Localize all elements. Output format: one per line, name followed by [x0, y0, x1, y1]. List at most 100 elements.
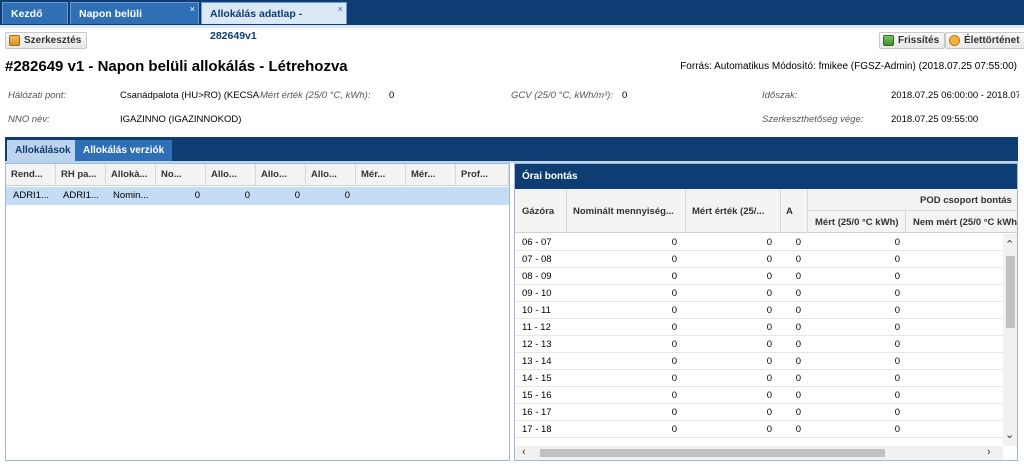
- a-cell: 0: [795, 390, 801, 401]
- a-cell: 0: [795, 373, 801, 384]
- horizontal-scroll-thumb[interactable]: [540, 449, 885, 457]
- nominated-cell: 0: [671, 390, 677, 401]
- hour-cell: 07 - 08: [522, 254, 552, 265]
- hour-cell: 14 - 15: [522, 373, 552, 384]
- column-header[interactable]: Rend...: [6, 164, 56, 186]
- vertical-scrollbar[interactable]: ⌃ ⌄: [1003, 234, 1017, 446]
- vertical-scroll-thumb[interactable]: [1006, 256, 1015, 328]
- table-row[interactable]: 08 - 09 0 0 0 0: [515, 268, 1003, 285]
- column-header[interactable]: RH pa...: [56, 164, 106, 186]
- column-header-pod-measured[interactable]: Mért (25/0 °C kWh): [815, 217, 899, 228]
- column-header-nominated[interactable]: Nominált mennyiség...: [573, 206, 688, 217]
- refresh-button[interactable]: Frissítés: [879, 32, 946, 49]
- pencil-icon: [9, 35, 20, 46]
- column-header-a[interactable]: A: [786, 206, 793, 217]
- column-header[interactable]: No...: [156, 164, 206, 186]
- hour-cell: 09 - 10: [522, 288, 552, 299]
- table-cell: Nomin...: [113, 190, 149, 201]
- close-icon[interactable]: ×: [338, 0, 343, 20]
- hour-cell: 10 - 11: [522, 305, 551, 316]
- table-row[interactable]: 09 - 10 0 0 0 0: [515, 285, 1003, 302]
- table-row[interactable]: 07 - 08 0 0 0 0: [515, 251, 1003, 268]
- measured-cell: 0: [766, 407, 772, 418]
- hour-cell: 15 - 16: [522, 390, 552, 401]
- table-row[interactable]: 16 - 17 0 0 0 0: [515, 404, 1003, 421]
- measured-cell: 0: [766, 373, 772, 384]
- refresh-button-label: Frissítés: [898, 35, 940, 46]
- measured-cell: 0: [766, 288, 772, 299]
- measured-cell: 0: [766, 424, 772, 435]
- a-cell: 0: [795, 271, 801, 282]
- pod-measured-cell: 0: [894, 322, 900, 333]
- hour-cell: 17 - 18: [522, 424, 552, 435]
- column-divider: [685, 189, 686, 233]
- nno-value: IGAZINNO (IGAZINNOKOD): [120, 114, 242, 125]
- table-row[interactable]: 12 - 13 0 0 0 0: [515, 336, 1003, 353]
- tab-allocation-sheet[interactable]: Allokálás adatlap - 282649v1 ×: [201, 0, 347, 42]
- nominated-cell: 0: [671, 322, 677, 333]
- column-header[interactable]: Allokà...: [106, 164, 156, 186]
- nominated-cell: 0: [671, 356, 677, 367]
- measured-cell: 0: [766, 254, 772, 265]
- pod-measured-cell: 0: [894, 424, 900, 435]
- scroll-up-icon[interactable]: ⌃: [1005, 240, 1014, 251]
- column-header[interactable]: Allo...: [256, 164, 306, 186]
- table-row[interactable]: 06 - 07 0 0 0 0: [515, 234, 1003, 251]
- nominated-cell: 0: [671, 288, 677, 299]
- table-cell: 0: [194, 190, 200, 201]
- table-row[interactable]: 11 - 12 0 0 0 0: [515, 319, 1003, 336]
- period-label: Időszak:: [762, 90, 798, 101]
- history-button[interactable]: Élettörténet: [945, 32, 1024, 49]
- measured-cell: 0: [766, 271, 772, 282]
- tab-allocations[interactable]: Allokálások: [7, 140, 79, 161]
- table-row[interactable]: ADRI1... ADRI1... Nomin... 0 0 0 0: [6, 187, 509, 205]
- hour-cell: 06 - 07: [522, 237, 552, 248]
- scroll-right-icon[interactable]: ›: [987, 447, 991, 458]
- table-row[interactable]: 15 - 16 0 0 0 0: [515, 387, 1003, 404]
- horizontal-scrollbar[interactable]: ‹ ›: [515, 446, 1003, 460]
- column-header-pod-unmeasured[interactable]: Nem mért (25/0 °C kWh): [913, 217, 1017, 228]
- measured-label: Mért érték (25/0 °C, kWh):: [260, 90, 371, 101]
- pod-measured-cell: 0: [894, 305, 900, 316]
- table-row[interactable]: 10 - 11 0 0 0 0: [515, 302, 1003, 319]
- edit-button-label: Szerkesztés: [24, 35, 82, 46]
- measured-cell: 0: [766, 390, 772, 401]
- table-cell: ADRI1...: [13, 190, 49, 201]
- a-cell: 0: [795, 407, 801, 418]
- column-group-pod: POD csoport bontás: [920, 195, 1012, 206]
- gcv-value: 0: [622, 90, 628, 101]
- column-header[interactable]: Mér...: [356, 164, 406, 186]
- column-header[interactable]: Prof...: [456, 164, 509, 186]
- close-icon[interactable]: ×: [190, 0, 195, 20]
- page-title: #282649 v1 - Napon belüli allokálás - Lé…: [5, 58, 348, 75]
- measured-cell: 0: [766, 237, 772, 248]
- column-header-measured[interactable]: Mért érték (25/...: [692, 206, 780, 217]
- scroll-left-icon[interactable]: ‹: [522, 447, 526, 458]
- scroll-down-icon[interactable]: ⌄: [1005, 430, 1014, 441]
- tab-intraday-allocations[interactable]: Napon belüli allokálások ×: [70, 0, 199, 42]
- pod-measured-cell: 0: [894, 356, 900, 367]
- a-cell: 0: [795, 356, 801, 367]
- a-cell: 0: [795, 305, 801, 316]
- column-header[interactable]: Allo...: [306, 164, 356, 186]
- nno-label: NNO név:: [8, 114, 50, 125]
- edit-end-label: Szerkeszthetőség vége:: [762, 114, 864, 125]
- pod-measured-cell: 0: [894, 407, 900, 418]
- column-header-hour[interactable]: Gázóra: [522, 206, 554, 217]
- measured-cell: 0: [766, 339, 772, 350]
- edit-button[interactable]: Szerkesztés: [5, 32, 88, 49]
- table-row[interactable]: 17 - 18 0 0 0 0: [515, 421, 1003, 438]
- edit-end-value: 2018.07.25 09:55:00: [891, 114, 979, 125]
- column-header[interactable]: Mér...: [406, 164, 456, 186]
- allocations-grid-header: Rend... RH pa... Allokà... No... Allo...…: [6, 164, 509, 186]
- pod-measured-cell: 0: [894, 373, 900, 384]
- table-row[interactable]: 13 - 14 0 0 0 0: [515, 353, 1003, 370]
- column-header[interactable]: Allo...: [206, 164, 256, 186]
- hourly-breakdown-title: Órai bontás: [515, 164, 1017, 189]
- hour-cell: 08 - 09: [522, 271, 552, 282]
- table-row[interactable]: 14 - 15 0 0 0 0: [515, 370, 1003, 387]
- tab-home[interactable]: Kezdő oldal: [2, 2, 68, 42]
- gcv-label: GCV (25/0 °C, kWh/m³):: [511, 90, 613, 101]
- pod-measured-cell: 0: [894, 271, 900, 282]
- tab-allocation-versions[interactable]: Allokálás verziók: [75, 140, 173, 161]
